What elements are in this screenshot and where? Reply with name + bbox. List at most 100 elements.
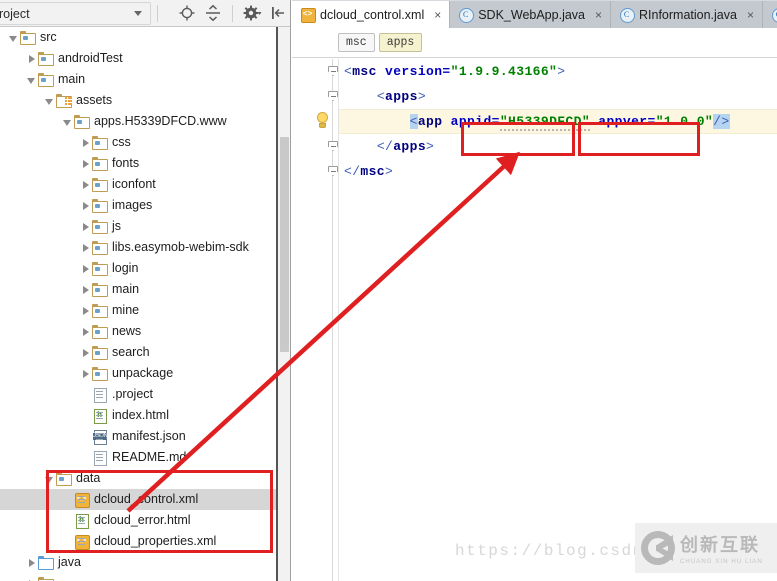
code-line[interactable]: </apps> <box>344 134 777 159</box>
tree-row[interactable]: androidTest <box>0 48 290 69</box>
tree-row[interactable]: news <box>0 321 290 342</box>
toolbar-divider-2 <box>232 4 233 22</box>
breadcrumb-item[interactable]: apps <box>378 33 423 52</box>
code-token: > <box>385 164 394 179</box>
twisty-collapsed-icon[interactable] <box>80 347 91 358</box>
hide-panel-icon[interactable] <box>268 3 288 23</box>
tree-row[interactable]: main <box>0 279 290 300</box>
tree-row[interactable]: fonts <box>0 153 290 174</box>
tree-row[interactable]: .project <box>0 384 290 405</box>
code-token: < <box>376 89 386 104</box>
editor-tab-bar: <> dcloud_control.xml × C SDK_WebApp.java × C R… <box>292 0 777 28</box>
folder-mod-icon <box>55 471 72 486</box>
twisty-collapsed-icon[interactable] <box>26 53 37 64</box>
code-token: version= <box>385 64 451 79</box>
code-fold-toggle[interactable] <box>328 141 339 152</box>
tree-row[interactable]: login <box>0 258 290 279</box>
tree-row-label: images <box>112 198 153 212</box>
tree-row[interactable]: <> dcloud_properties.xml <box>0 531 290 552</box>
tree-row[interactable]: mine <box>0 300 290 321</box>
tree-row[interactable]: <> dcloud_control.xml <box>0 489 290 510</box>
project-tree-scrollbar[interactable] <box>278 27 290 581</box>
twisty-collapsed-icon[interactable] <box>80 326 91 337</box>
twisty-collapsed-icon[interactable] <box>80 263 91 274</box>
tree-row[interactable]: libs.easymob-webim-sdk <box>0 237 290 258</box>
twisty-expanded-icon[interactable] <box>44 473 55 484</box>
close-icon[interactable]: × <box>745 9 756 21</box>
close-icon[interactable]: × <box>593 9 604 21</box>
twisty-collapsed-icon[interactable] <box>80 137 91 148</box>
tree-row[interactable]: main <box>0 69 290 90</box>
code-token: apps <box>385 89 418 104</box>
settings-gear-icon[interactable] <box>242 3 262 23</box>
project-view-label: roject <box>0 6 30 21</box>
tree-row[interactable]: README.md <box>0 447 290 468</box>
editor-tab[interactable]: C SDK_WebApp.java × <box>450 1 611 28</box>
tree-row-label: main <box>58 72 86 86</box>
code-fold-toggle[interactable] <box>328 91 339 102</box>
tree-row[interactable]: java <box>0 552 290 573</box>
editor-tab-label: SDK_WebApp.java <box>478 7 585 22</box>
tree-row[interactable]: h dcloud_error.html <box>0 510 290 531</box>
twisty-collapsed-icon[interactable] <box>80 179 91 190</box>
folder-mod-icon <box>91 219 108 234</box>
code-token: "1.0.0" <box>655 114 714 129</box>
twisty-expanded-icon[interactable] <box>44 95 55 106</box>
scrollbar-thumb[interactable] <box>280 137 289 352</box>
tree-row[interactable]: search <box>0 342 290 363</box>
locate-target-icon[interactable] <box>177 3 197 23</box>
file-json-icon: JSON <box>91 429 108 445</box>
tree-row[interactable]: js <box>0 216 290 237</box>
twisty-collapsed-icon[interactable] <box>80 368 91 379</box>
twisty-collapsed-icon[interactable] <box>80 200 91 211</box>
twisty-collapsed-icon[interactable] <box>80 305 91 316</box>
tree-row[interactable]: src <box>0 27 290 48</box>
tree-row[interactable]: iconfont <box>0 174 290 195</box>
editor-tab[interactable]: C RInformation.java × <box>611 1 763 28</box>
project-file-tree[interactable]: src androidTest main assets apps.H5339DFCD.w… <box>0 27 290 581</box>
code-fold-toggle[interactable] <box>328 166 339 177</box>
editor-tab[interactable]: C <box>762 1 777 28</box>
twisty-collapsed-icon[interactable] <box>80 158 91 169</box>
folder-mod-icon <box>19 30 36 45</box>
breadcrumb-item[interactable]: msc <box>338 33 375 52</box>
twisty-collapsed-icon[interactable] <box>26 557 37 568</box>
code-editor[interactable]: <msc version="1.9.9.43166"> <apps> <app … <box>292 59 777 581</box>
tree-row-label: manifest.json <box>112 429 186 443</box>
twisty-collapsed-icon[interactable] <box>80 221 91 232</box>
twisty-none <box>80 452 91 463</box>
twisty-collapsed-icon[interactable] <box>80 242 91 253</box>
twisty-collapsed-icon[interactable] <box>80 284 91 295</box>
gutter-fold-strip <box>332 59 333 581</box>
tree-row[interactable]: assets <box>0 90 290 111</box>
twisty-none <box>62 494 73 505</box>
twisty-expanded-icon[interactable] <box>26 74 37 85</box>
tree-row[interactable]: h index.html <box>0 405 290 426</box>
code-line[interactable]: <app appid="H5339DFCD" appver="1.0.0"/> <box>344 109 777 134</box>
code-line[interactable]: <msc version="1.9.9.43166"> <box>344 59 777 84</box>
tree-row[interactable]: css <box>0 132 290 153</box>
code-fold-toggle[interactable] <box>328 66 339 77</box>
tree-row[interactable]: images <box>0 195 290 216</box>
twisty-expanded-icon[interactable] <box>62 116 73 127</box>
code-text[interactable]: <msc version="1.9.9.43166"> <apps> <app … <box>339 59 777 581</box>
code-line[interactable]: <apps> <box>344 84 777 109</box>
tree-row-label: assets <box>76 93 113 107</box>
tree-row[interactable]: data <box>0 468 290 489</box>
editor-gutter[interactable] <box>292 59 339 581</box>
close-icon[interactable]: × <box>432 9 443 21</box>
project-view-selector[interactable]: roject <box>0 2 152 25</box>
tree-row[interactable]: apps.H5339DFCD.www <box>0 111 290 132</box>
collapse-all-icon[interactable] <box>203 3 223 23</box>
twisty-expanded-icon[interactable] <box>8 32 19 43</box>
intention-bulb-icon[interactable] <box>314 112 331 130</box>
editor-tab[interactable]: <> dcloud_control.xml × <box>292 1 451 28</box>
tree-row-label: dcloud_control.xml <box>94 492 199 506</box>
tree-row[interactable]: JSON manifest.json <box>0 426 290 447</box>
folder-mod-icon <box>91 198 108 213</box>
tree-row-label: iconfont <box>112 177 156 191</box>
tree-row[interactable]: unpackage <box>0 363 290 384</box>
code-line[interactable]: </msc> <box>344 159 777 184</box>
java-file-icon: C <box>771 7 777 23</box>
tree-row[interactable] <box>0 573 290 581</box>
